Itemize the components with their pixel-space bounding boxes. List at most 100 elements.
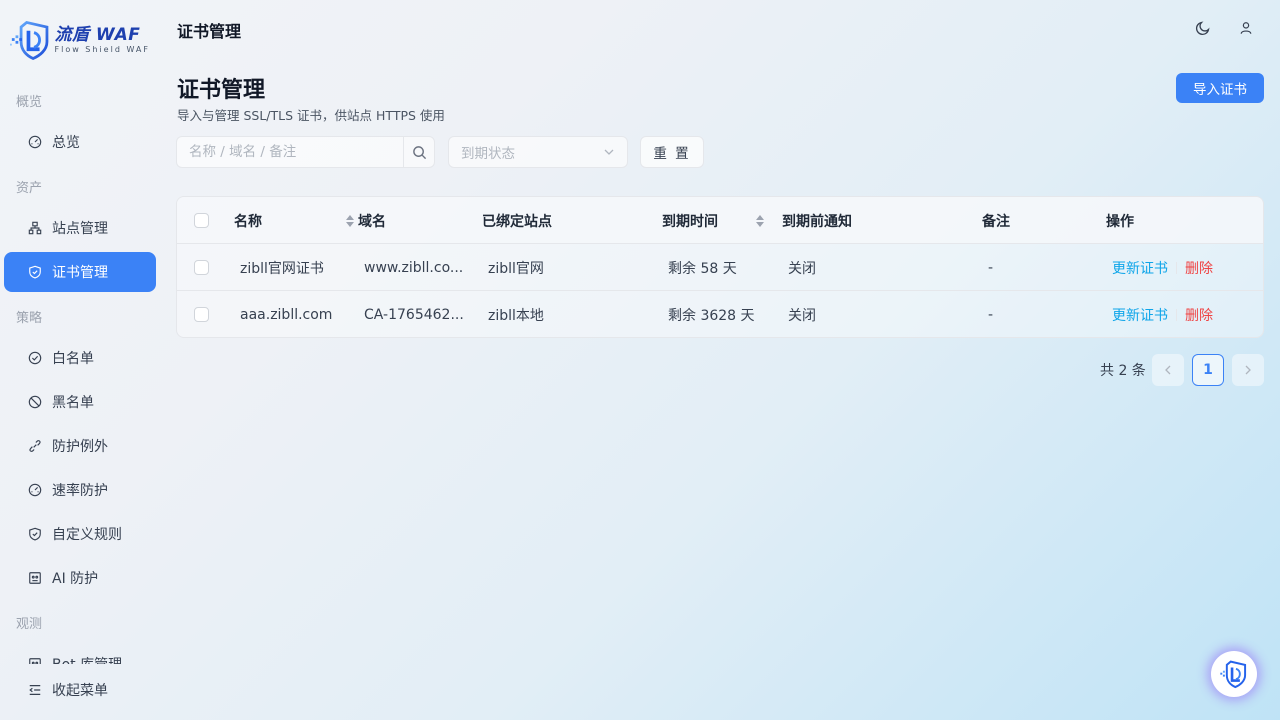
nav-group-observe: 观测 [16, 617, 43, 632]
floating-assistant-button[interactable] [1211, 651, 1257, 697]
bot-icon [28, 657, 42, 664]
column-header-expire[interactable]: 到期时间 [662, 197, 764, 244]
column-header-actions: 操作 [1106, 213, 1134, 230]
sidebar-item-blacklist[interactable]: 黑名单 [4, 382, 156, 422]
sidebar-item-bot-library[interactable]: Bot 库管理 [4, 650, 156, 664]
row-checkbox[interactable] [194, 260, 209, 275]
row-checkbox[interactable] [194, 307, 209, 322]
sitemap-icon [28, 221, 42, 235]
sidebar-item-label: Bot 库管理 [52, 654, 122, 664]
brand-logo[interactable]: 流盾 WAF Flow Shield WAF [10, 18, 150, 62]
update-certificate-link[interactable]: 更新证书 [1112, 305, 1168, 325]
sidebar-item-rate-limit[interactable]: 速率防护 [4, 470, 156, 510]
table-header: 名称 域名 已绑定站点 到期时间 到期前通知 备注 操作 [177, 197, 1263, 244]
sidebar: 流盾 WAF Flow Shield WAF 概览 总览 资产 站点管理 证书管… [0, 0, 160, 720]
brand-title: 流盾 WAF [54, 25, 141, 45]
table-row: aaa.zibll.com CA-1765462... zibll本地 剩余 3… [177, 291, 1263, 337]
cert-domain: CA-1765462... [364, 306, 464, 323]
search-icon [412, 145, 426, 159]
search-input[interactable] [176, 136, 403, 168]
chevron-left-icon [1165, 365, 1171, 375]
moon-icon [1195, 21, 1210, 36]
sidebar-item-dashboard[interactable]: 总览 [4, 122, 156, 162]
action-divider [1176, 308, 1177, 321]
chevron-down-icon [604, 149, 614, 155]
sidebar-item-label: 自定义规则 [52, 527, 122, 543]
cert-name: aaa.zibll.com [240, 306, 333, 323]
cert-bound-site: zibll本地 [488, 307, 544, 324]
cert-bound-site: zibll官网 [488, 260, 544, 277]
pagination-prev-button[interactable] [1152, 354, 1184, 386]
cert-name: zibll官网证书 [240, 260, 324, 277]
topbar-title: 证书管理 [177, 22, 242, 41]
cert-remark: - [988, 259, 994, 276]
sidebar-item-custom-rules[interactable]: 自定义规则 [4, 514, 156, 554]
sidebar-item-label: 站点管理 [52, 221, 108, 237]
update-certificate-link[interactable]: 更新证书 [1112, 258, 1168, 278]
select-all-checkbox[interactable] [194, 213, 209, 228]
dashboard-icon [28, 135, 42, 149]
page-subtitle: 导入与管理 SSL/TLS 证书，供站点 HTTPS 使用 [177, 108, 445, 123]
table-row: zibll官网证书 www.zibll.co... zibll官网 剩余 58 … [177, 244, 1263, 291]
cert-domain: www.zibll.co... [364, 259, 464, 276]
brand-subtitle: Flow Shield WAF [54, 45, 150, 54]
sidebar-item-label: 证书管理 [52, 265, 108, 281]
nav-group-policy: 策略 [16, 311, 43, 326]
column-header-bound-site: 已绑定站点 [482, 213, 552, 230]
sidebar-item-whitelist[interactable]: 白名单 [4, 338, 156, 378]
delete-link[interactable]: 删除 [1185, 258, 1213, 278]
expiry-status-select[interactable]: 到期状态 [448, 136, 628, 168]
collapse-menu-button[interactable]: 收起菜单 [28, 680, 108, 700]
search-box [176, 136, 435, 168]
ban-icon [28, 395, 42, 409]
cert-expire: 剩余 3628 天 [668, 307, 755, 324]
action-divider [1176, 261, 1177, 274]
shield-check-icon [28, 265, 42, 279]
collapse-menu-label: 收起菜单 [52, 683, 108, 699]
sort-icon[interactable] [346, 214, 354, 227]
certificate-table: 名称 域名 已绑定站点 到期时间 到期前通知 备注 操作 zibll官网证书 w… [176, 196, 1264, 338]
cert-expire: 剩余 58 天 [668, 260, 737, 277]
sidebar-item-label: AI 防护 [52, 571, 99, 587]
menu-fold-icon [28, 683, 42, 697]
nav-group-overview: 概览 [16, 95, 43, 110]
cert-notify: 关闭 [788, 260, 816, 277]
gauge-icon [28, 483, 42, 497]
column-header-domain: 域名 [358, 213, 386, 230]
sidebar-item-exceptions[interactable]: 防护例外 [4, 426, 156, 466]
search-button[interactable] [403, 136, 435, 168]
column-header-remark: 备注 [982, 213, 1010, 230]
link-off-icon [28, 439, 42, 453]
shield-logo-icon [1220, 660, 1247, 689]
check-circle-icon [28, 351, 42, 365]
pagination-next-button[interactable] [1232, 354, 1264, 386]
sidebar-item-label: 防护例外 [52, 439, 108, 455]
sidebar-item-label: 总览 [52, 135, 80, 151]
sidebar-item-certificates[interactable]: 证书管理 [4, 252, 156, 292]
cert-remark: - [988, 306, 994, 323]
sidebar-item-label: 黑名单 [52, 395, 94, 411]
sidebar-item-label: 速率防护 [52, 483, 108, 499]
delete-link[interactable]: 删除 [1185, 305, 1213, 325]
user-icon [1240, 22, 1252, 34]
theme-toggle-button[interactable] [1193, 18, 1213, 38]
shield-icon [28, 527, 42, 541]
nav-group-assets: 资产 [16, 181, 43, 196]
sidebar-item-label: 白名单 [52, 351, 94, 367]
pagination-total: 共 2 条 [1100, 363, 1146, 379]
pagination-page-1[interactable]: 1 [1192, 354, 1224, 386]
robot-icon [28, 571, 42, 585]
sidebar-item-ai-protection[interactable]: AI 防护 [4, 558, 156, 598]
column-header-notify: 到期前通知 [782, 213, 852, 230]
user-menu-button[interactable] [1236, 18, 1256, 38]
sort-icon[interactable] [756, 214, 764, 227]
column-header-name[interactable]: 名称 [234, 197, 354, 244]
shield-logo-icon [10, 20, 49, 60]
expiry-status-placeholder: 到期状态 [461, 146, 515, 162]
reset-button[interactable]: 重 置 [640, 136, 704, 168]
chevron-right-icon [1245, 365, 1251, 375]
cert-notify: 关闭 [788, 307, 816, 324]
sidebar-item-sites[interactable]: 站点管理 [4, 208, 156, 248]
page-title: 证书管理 [177, 78, 266, 103]
import-certificate-button[interactable]: 导入证书 [1176, 73, 1264, 103]
